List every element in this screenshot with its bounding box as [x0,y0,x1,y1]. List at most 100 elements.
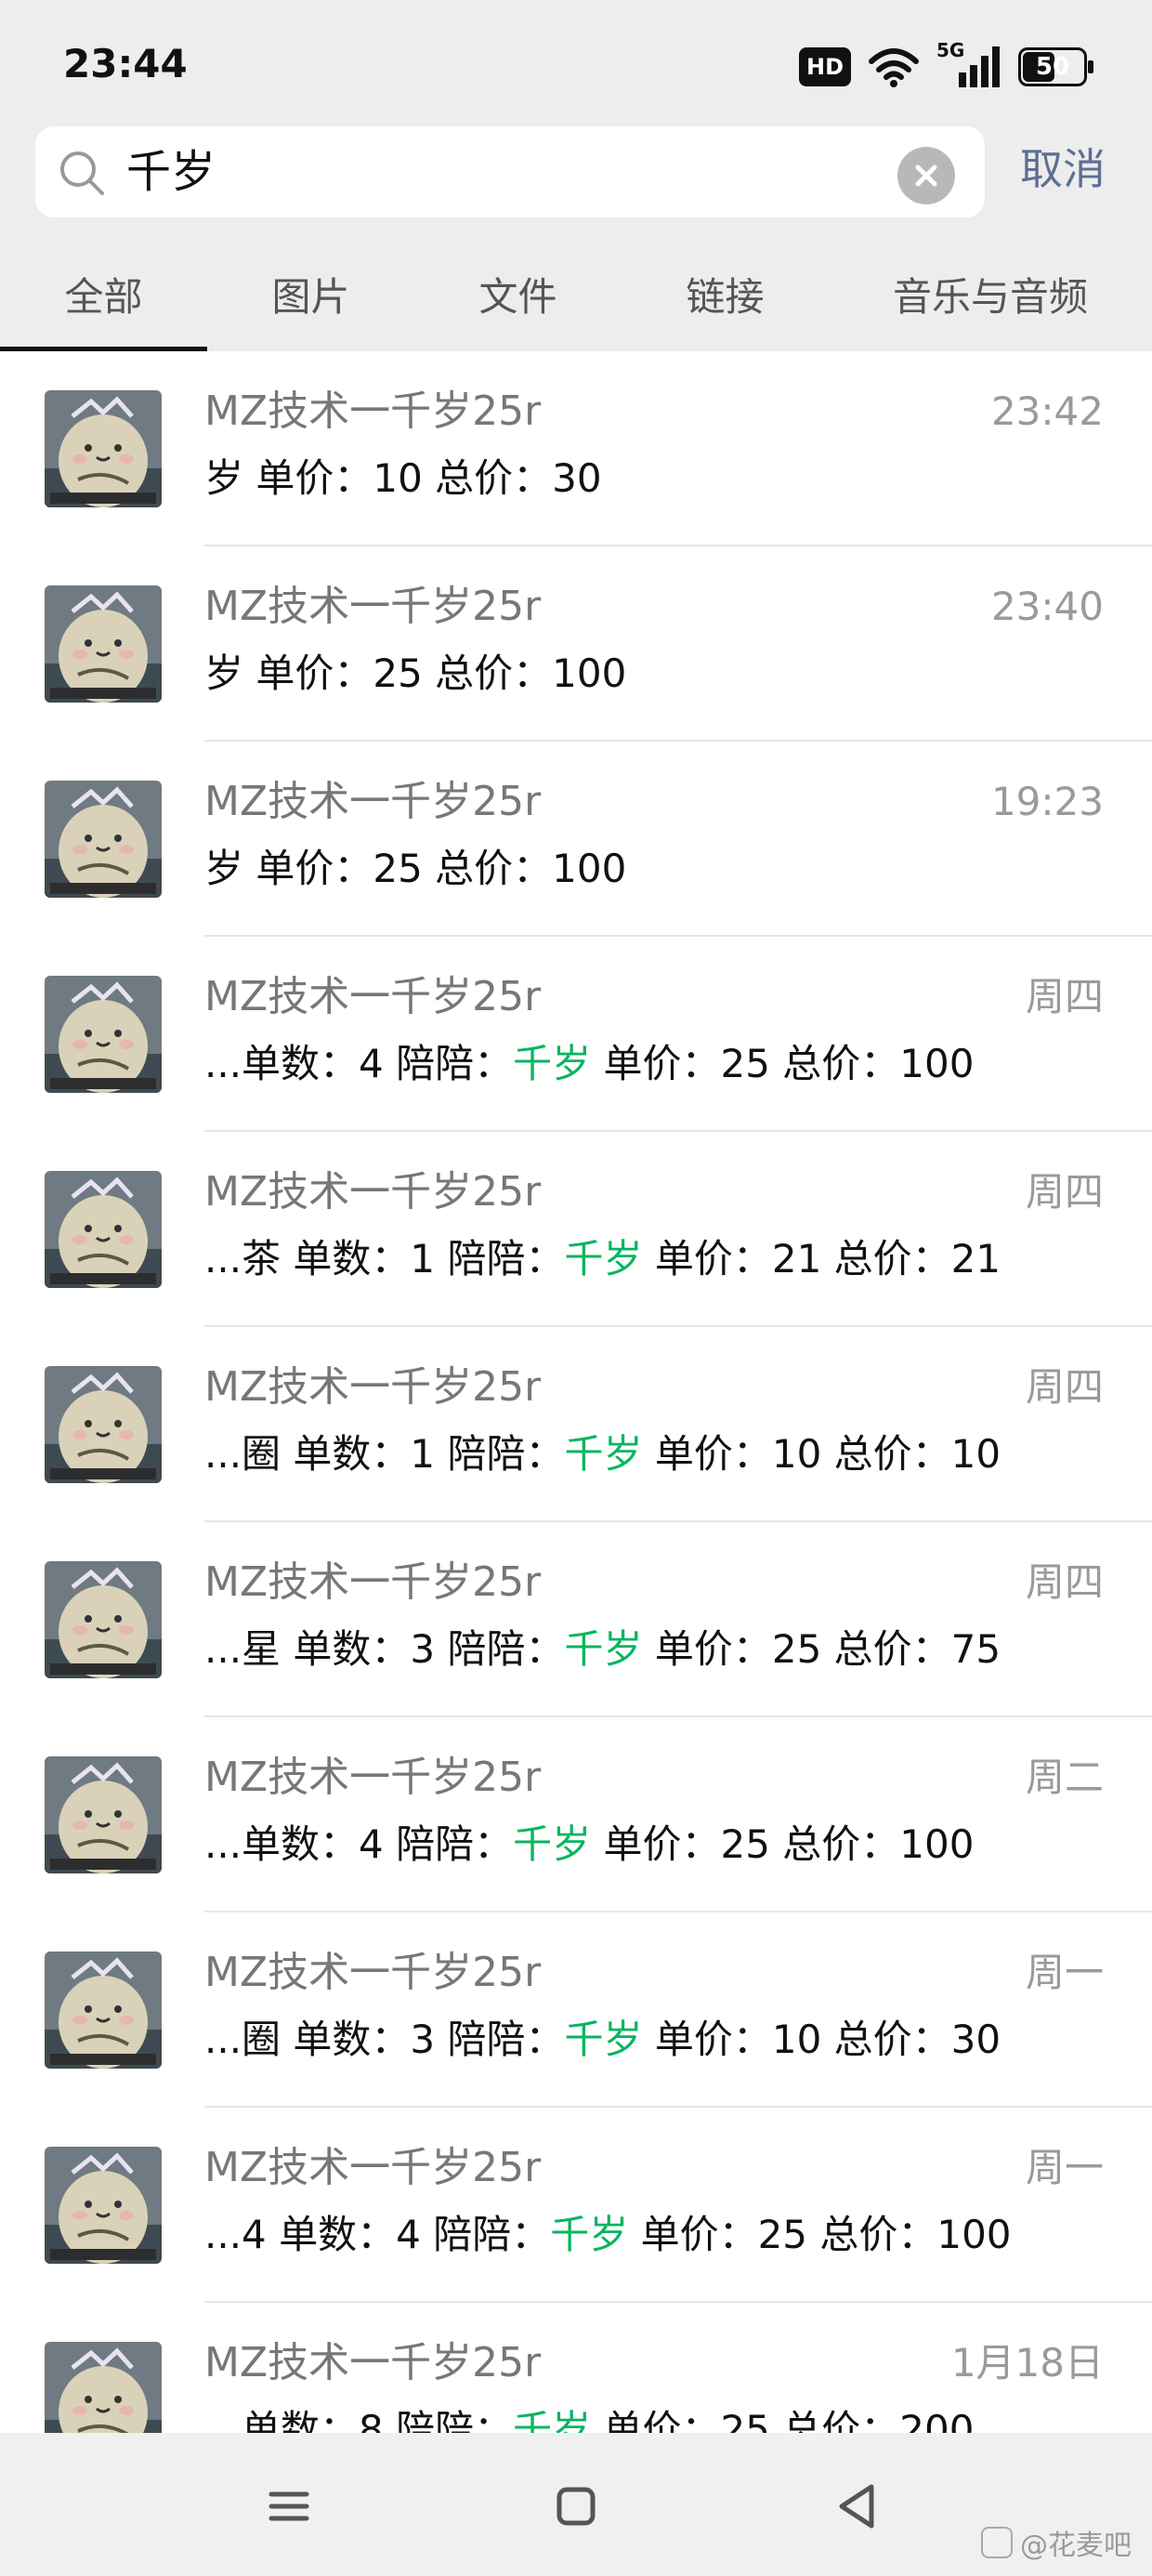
keyword-highlight: 千岁 [564,1431,643,1477]
result-row[interactable]: MZ技术一千岁25r 23:42 岁 单价：10 总价：30 [0,351,1152,546]
tab-files[interactable]: 文件 [414,243,622,351]
snippet-text: ...圈 单数：3 陪陪： [204,2017,565,2062]
avatar [45,1171,162,1288]
filter-tabs: 全部 图片 文件 链接 音乐与音频 [0,243,1152,351]
keyword-highlight: 千岁 [513,1821,592,1867]
search-query: 千岁 [126,146,216,198]
contact-name: MZ技术一千岁25r [204,1949,542,1996]
contact-name: MZ技术一千岁25r [204,2339,542,2386]
message-snippet: ...星 单数：3 陪陪：千岁 单价：25 总价：75 [204,1624,1001,1675]
tab-images[interactable]: 图片 [207,243,414,351]
contact-name: MZ技术一千岁25r [204,388,542,435]
contact-name: MZ技术一千岁25r [204,1168,542,1216]
system-nav-bar: @花麦吧 [0,2433,1152,2576]
snippet-text: ...单数：4 陪陪： [204,1821,514,1867]
message-snippet: ...圈 单数：3 陪陪：千岁 单价：10 总价：30 [204,2015,1001,2065]
avatar [45,781,162,898]
watermark-icon [981,2527,1013,2558]
result-row[interactable]: MZ技术一千岁25r 周四 ...单数：4 陪陪：千岁 单价：25 总价：100 [0,937,1152,1132]
message-snippet: 岁 单价：25 总价：100 [204,844,626,894]
snippet-text: 岁 单价：25 总价：100 [204,846,627,891]
snippet-text: 岁 单价：25 总价：100 [204,651,627,696]
contact-name: MZ技术一千岁25r [204,1754,542,1801]
avatar [45,1756,162,1873]
snippet-text: 单价：25 总价：100 [591,1041,975,1086]
home-icon[interactable] [543,2474,609,2539]
result-row[interactable]: MZ技术一千岁25r 周一 ...圈 单数：3 陪陪：千岁 单价：10 总价：3… [0,1912,1152,2108]
snippet-text: ...单数：8 陪陪： [204,2407,514,2433]
snippet-text: 单价：10 总价：10 [642,1431,1001,1477]
keyword-highlight: 千岁 [550,2212,629,2257]
keyword-highlight: 千岁 [564,2017,643,2062]
tab-links[interactable]: 链接 [622,243,829,351]
result-row[interactable]: MZ技术一千岁25r 1月18日 ...单数：8 陪陪：千岁 单价：25 总价：… [0,2303,1152,2433]
message-snippet: 岁 单价：25 总价：100 [204,649,626,699]
message-snippet: 岁 单价：10 总价：30 [204,453,602,504]
watermark: @花麦吧 [981,2522,1132,2563]
message-time: 1月18日 [950,2340,1104,2385]
message-snippet: ...4 单数：4 陪陪：千岁 单价：25 总价：100 [204,2210,1012,2260]
avatar [45,976,162,1093]
snippet-text: 单价：10 总价：30 [642,2017,1001,2062]
search-icon [60,151,104,195]
search-bar: 千岁 取消 [0,121,1152,243]
avatar [45,390,162,507]
message-snippet: ...圈 单数：1 陪陪：千岁 单价：10 总价：10 [204,1429,1001,1479]
status-bar: 23:44 HD 5G 50 [0,0,1152,130]
result-row[interactable]: MZ技术一千岁25r 周二 ...单数：4 陪陪：千岁 单价：25 总价：100 [0,1717,1152,1912]
battery-icon: 50 [1018,47,1093,86]
hd-icon: HD [798,47,851,86]
message-time: 周四 [1025,1364,1104,1410]
message-snippet: ...单数：4 陪陪：千岁 单价：25 总价：100 [204,1039,974,1089]
search-input[interactable]: 千岁 [35,126,985,217]
snippet-text: ...茶 单数：1 陪陪： [204,1236,565,1281]
menu-icon[interactable] [256,2474,321,2539]
message-time: 周四 [1025,1559,1104,1605]
result-row[interactable]: MZ技术一千岁25r 19:23 岁 单价：25 总价：100 [0,742,1152,937]
message-time: 周四 [1025,1169,1104,1215]
message-time: 周一 [1025,1950,1104,1995]
avatar [45,1952,162,2069]
clear-icon [915,164,937,187]
message-time: 23:42 [990,388,1104,434]
contact-name: MZ技术一千岁25r [204,1558,542,1606]
keyword-highlight: 千岁 [564,1236,643,1281]
message-snippet: ...单数：8 陪陪：千岁 单价：25 总价：200 [204,2405,974,2433]
avatar [45,1561,162,1678]
result-row[interactable]: MZ技术一千岁25r 周一 ...4 单数：4 陪陪：千岁 单价：25 总价：1… [0,2108,1152,2303]
result-row[interactable]: MZ技术一千岁25r 周四 ...茶 单数：1 陪陪：千岁 单价：21 总价：2… [0,1132,1152,1327]
tab-all[interactable]: 全部 [0,243,207,351]
contact-name: MZ技术一千岁25r [204,778,542,825]
snippet-text: 单价：25 总价：100 [628,2212,1012,2257]
clear-search-button[interactable] [897,147,955,204]
contact-name: MZ技术一千岁25r [204,973,542,1020]
cancel-button[interactable]: 取消 [1020,141,1106,197]
avatar [45,2342,162,2433]
wifi-icon [869,48,919,87]
snippet-text: ...单数：4 陪陪： [204,1041,514,1086]
back-icon[interactable] [825,2474,890,2539]
search-results-list: MZ技术一千岁25r 23:42 岁 单价：10 总价：30 MZ技术一千岁25… [0,351,1152,2433]
message-snippet: ...茶 单数：1 陪陪：千岁 单价：21 总价：21 [204,1234,1001,1284]
keyword-highlight: 千岁 [564,1626,643,1672]
snippet-text: ...星 单数：3 陪陪： [204,1626,565,1672]
avatar [45,1366,162,1483]
snippet-text: 单价：21 总价：21 [642,1236,1001,1281]
tab-music-audio[interactable]: 音乐与音频 [829,243,1152,351]
snippet-text: 单价：25 总价：75 [642,1626,1001,1672]
contact-name: MZ技术一千岁25r [204,583,542,630]
avatar [45,585,162,703]
snippet-text: ...4 单数：4 陪陪： [204,2212,551,2257]
result-row[interactable]: MZ技术一千岁25r 周四 ...圈 单数：1 陪陪：千岁 单价：10 总价：1… [0,1327,1152,1522]
contact-name: MZ技术一千岁25r [204,1363,542,1411]
result-row[interactable]: MZ技术一千岁25r 23:40 岁 单价：25 总价：100 [0,546,1152,742]
status-time: 23:44 [63,41,188,86]
result-row[interactable]: MZ技术一千岁25r 周四 ...星 单数：3 陪陪：千岁 单价：25 总价：7… [0,1522,1152,1717]
snippet-text: 单价：25 总价：200 [591,2407,975,2433]
message-time: 23:40 [990,584,1104,629]
contact-name: MZ技术一千岁25r [204,2144,542,2191]
message-time: 周一 [1025,2145,1104,2190]
snippet-text: 岁 单价：10 总价：30 [204,455,602,501]
message-time: 周二 [1025,1755,1104,1800]
message-time: 周四 [1025,974,1104,1019]
